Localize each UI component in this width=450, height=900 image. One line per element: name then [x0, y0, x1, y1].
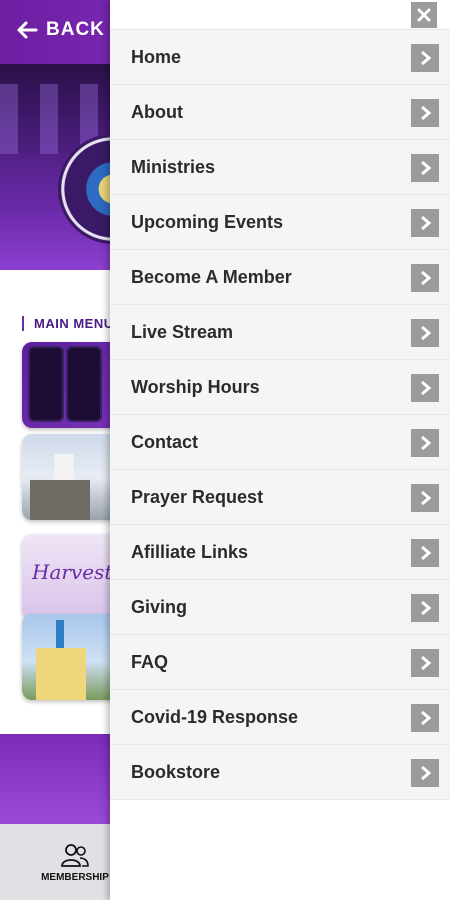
chevron-right-icon[interactable]: [411, 704, 439, 732]
drawer-item-label: Worship Hours: [131, 376, 260, 397]
drawer-item-giving[interactable]: Giving: [110, 580, 450, 635]
phone-image: [66, 346, 102, 422]
chevron-right-icon[interactable]: [411, 319, 439, 347]
chevron-right-icon[interactable]: [411, 264, 439, 292]
drawer-item-covid-19-response[interactable]: Covid-19 Response: [110, 690, 450, 745]
drawer-item-label: Covid-19 Response: [131, 706, 299, 727]
drawer-item-live-stream[interactable]: Live Stream: [110, 305, 450, 360]
spire-image: [56, 620, 64, 650]
drawer-item-faq[interactable]: FAQ: [110, 635, 450, 690]
chevron-right-icon[interactable]: [411, 484, 439, 512]
chevron-right-icon[interactable]: [411, 649, 439, 677]
phone-image: [28, 346, 64, 422]
drawer-item-home[interactable]: Home: [110, 30, 450, 85]
people-icon: [61, 844, 89, 867]
main-menu-heading: MAIN MENU: [22, 316, 114, 331]
chevron-right-icon[interactable]: [411, 594, 439, 622]
chapel-image: [36, 648, 86, 700]
drawer-item-worship-hours[interactable]: Worship Hours: [110, 360, 450, 415]
drawer-item-label: Afilliate Links: [131, 541, 249, 562]
tab-membership-label: MEMBERSHIP: [41, 872, 109, 883]
drawer-item-label: Prayer Request: [131, 486, 264, 507]
drawer-item-label: Ministries: [131, 156, 216, 177]
drawer-item-prayer-request[interactable]: Prayer Request: [110, 470, 450, 525]
back-label: BACK: [46, 19, 105, 40]
close-button[interactable]: [411, 2, 437, 28]
drawer-item-affiliate-links[interactable]: Afilliate Links: [110, 525, 450, 580]
harvest-graphic: Harvest: [32, 560, 113, 584]
drawer-item-label: Giving: [131, 596, 188, 617]
chevron-right-icon[interactable]: [411, 154, 439, 182]
tab-membership[interactable]: MEMBERSHIP: [38, 842, 112, 883]
drawer-item-label: About: [131, 101, 183, 122]
drawer-item-label: Become A Member: [131, 266, 292, 287]
drawer-item-label: Bookstore: [131, 761, 221, 782]
drawer-close-row: [110, 0, 450, 30]
drawer-item-label: Upcoming Events: [131, 211, 284, 232]
drawer-item-label: Contact: [131, 431, 198, 452]
drawer-item-label: Home: [131, 46, 182, 67]
drawer-item-label: FAQ: [131, 651, 169, 672]
chevron-right-icon[interactable]: [411, 429, 439, 457]
close-icon: [417, 8, 431, 22]
drawer-menu-list: Home About Ministries Upcoming Events Be…: [110, 30, 450, 800]
arrow-left-icon: [17, 21, 38, 39]
navigation-drawer: Home About Ministries Upcoming Events Be…: [110, 0, 450, 900]
chevron-right-icon[interactable]: [411, 209, 439, 237]
chevron-right-icon[interactable]: [411, 44, 439, 72]
church-image: [30, 480, 90, 520]
chevron-right-icon[interactable]: [411, 99, 439, 127]
drawer-item-ministries[interactable]: Ministries: [110, 140, 450, 195]
chevron-right-icon[interactable]: [411, 374, 439, 402]
chevron-right-icon[interactable]: [411, 759, 439, 787]
drawer-item-contact[interactable]: Contact: [110, 415, 450, 470]
drawer-item-about[interactable]: About: [110, 85, 450, 140]
drawer-item-bookstore[interactable]: Bookstore: [110, 745, 450, 800]
drawer-item-label: Live Stream: [131, 321, 234, 342]
chevron-right-icon[interactable]: [411, 539, 439, 567]
back-button[interactable]: BACK: [14, 17, 105, 43]
drawer-item-upcoming-events[interactable]: Upcoming Events: [110, 195, 450, 250]
drawer-item-become-a-member[interactable]: Become A Member: [110, 250, 450, 305]
